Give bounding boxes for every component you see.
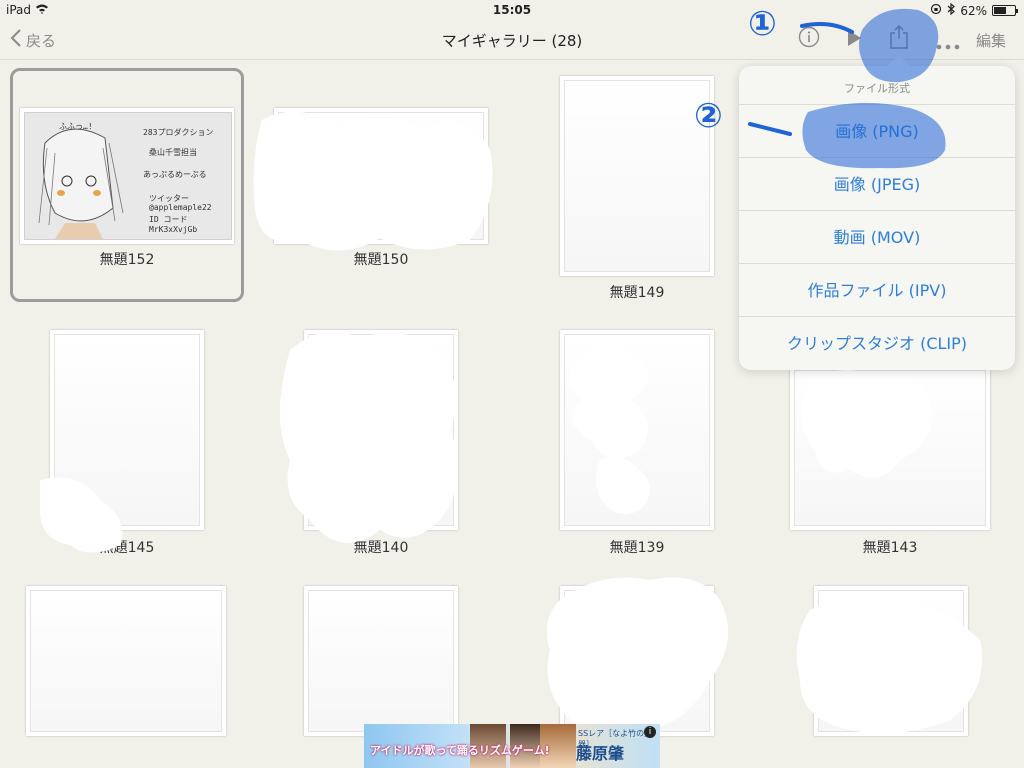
edit-button[interactable]: 編集 [976, 30, 1006, 51]
artwork-title: 無題139 [609, 540, 665, 556]
clock: 15:05 [492, 3, 532, 17]
sketch-text: MrK3xXvjGb [149, 225, 198, 234]
artwork-thumbnail[interactable] [560, 76, 714, 276]
artwork-title: 無題150 [353, 252, 409, 268]
artwork-title: 無題143 [862, 540, 918, 556]
artwork-thumbnail[interactable] [304, 586, 458, 736]
orientation-lock-icon [930, 3, 942, 18]
battery-percent: 62% [960, 3, 987, 18]
more-icon[interactable] [936, 34, 960, 55]
artwork-title: 無題140 [353, 540, 409, 556]
artwork-thumbnail[interactable] [814, 586, 968, 736]
step-1-marker: ① [748, 4, 777, 44]
artwork-thumbnail[interactable] [274, 108, 488, 244]
menu-item-png[interactable]: 画像 (PNG) [739, 104, 1015, 157]
artwork-title: 無題149 [609, 285, 665, 301]
play-icon[interactable] [846, 29, 862, 52]
share-icon[interactable] [888, 24, 910, 55]
ad-name: 藤原肇 [576, 744, 625, 763]
sketch-text: @applemaple22 [149, 203, 212, 212]
artwork-thumbnail[interactable] [560, 330, 714, 530]
info-icon[interactable] [798, 26, 820, 53]
ad-headline: アイドルが歌って踊るリズムゲーム! [370, 744, 550, 757]
nav-bar: 戻る マイギャラリー (28) 編集 [0, 20, 1024, 60]
ad-banner[interactable]: アイドルが歌って踊るリズムゲーム! SSレア［なよ竹の美器］ 藤原肇 i [364, 724, 660, 768]
artwork-thumbnail[interactable] [560, 586, 714, 736]
artwork-thumbnail[interactable] [304, 330, 458, 530]
artwork-title: 無題152 [99, 252, 155, 268]
menu-item-jpeg[interactable]: 画像 (JPEG) [739, 157, 1015, 210]
sketch-text: 283プロダクション [143, 128, 214, 137]
step-2-marker: ② [694, 96, 723, 136]
artwork-thumbnail[interactable] [790, 366, 990, 530]
menu-item-mov[interactable]: 動画 (MOV) [739, 210, 1015, 263]
export-format-menu: ファイル形式 画像 (PNG) 画像 (JPEG) 動画 (MOV) 作品ファイ… [739, 66, 1015, 370]
menu-item-clip[interactable]: クリップスタジオ (CLIP) [739, 316, 1015, 369]
sketch-text: 桑山千雪担当 [149, 148, 197, 157]
artwork-title: 無題145 [99, 540, 155, 556]
artwork-thumbnail[interactable] [50, 330, 204, 530]
bluetooth-icon [947, 2, 956, 18]
ad-info-icon[interactable]: i [644, 726, 656, 738]
sketch-text: ふふっ…! [59, 122, 93, 131]
status-bar: iPad 15:05 62% [0, 0, 1024, 20]
artwork-thumbnail[interactable] [26, 586, 226, 736]
page-title: マイギャラリー (28) [441, 32, 583, 50]
sketch-text: ID コード [149, 215, 188, 224]
sketch-drawing: ふふっ…! 283プロダクション 桑山千雪担当 あっぷるめーぷる ツイッター @… [24, 112, 232, 240]
battery-level [994, 7, 1006, 14]
sketch-text: あっぷるめーぷる [143, 170, 207, 179]
battery-icon [992, 5, 1018, 16]
menu-header: ファイル形式 [844, 82, 910, 95]
menu-item-ipv[interactable]: 作品ファイル (IPV) [739, 263, 1015, 316]
